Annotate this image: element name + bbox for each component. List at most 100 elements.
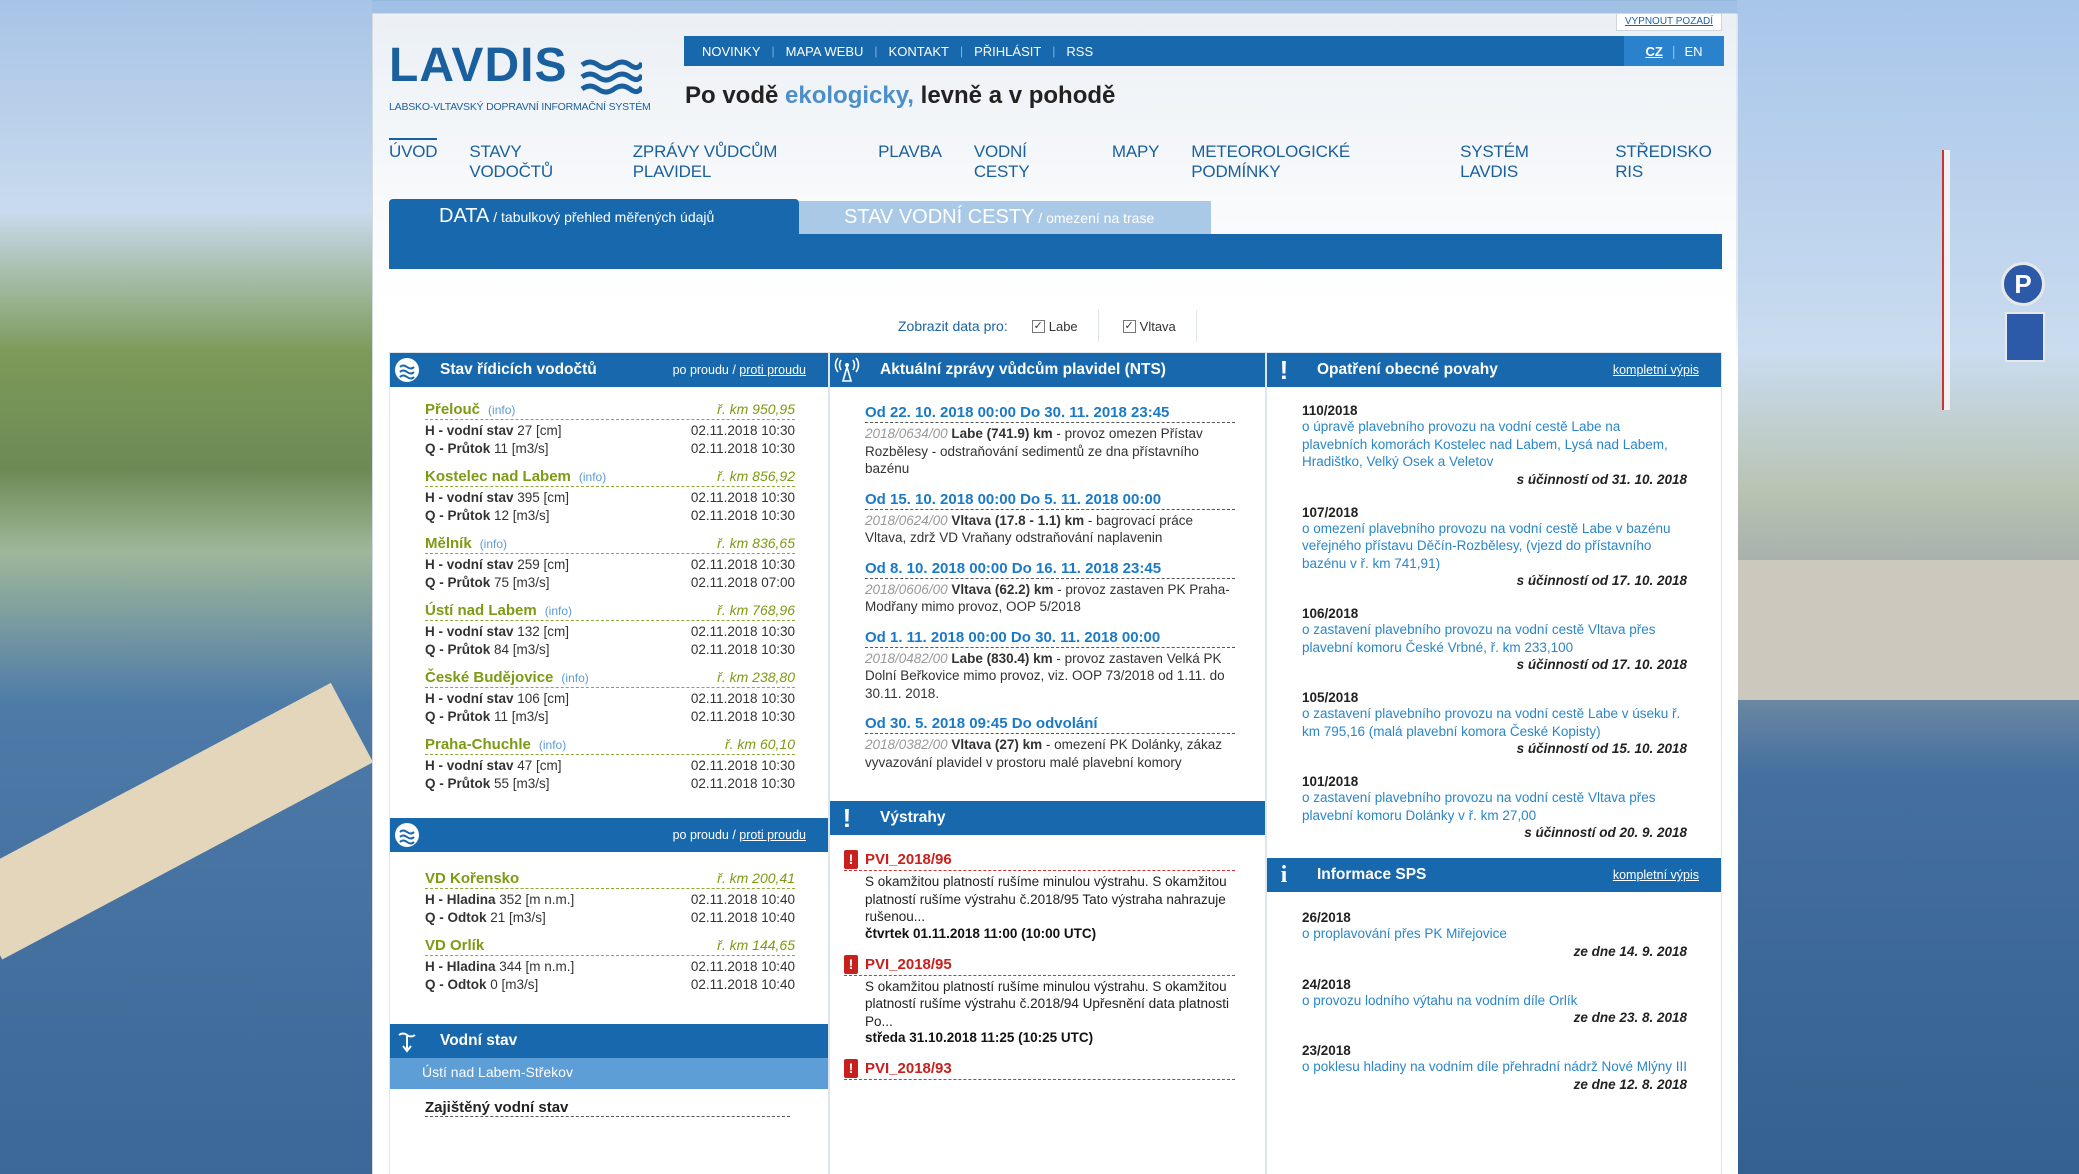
main-navigation: ÚVOD STAVY VODOČTŮ ZPRÁVY VŮDCŮM PLAVIDE… (389, 138, 1736, 182)
nts-date-link[interactable]: Od 8. 10. 2018 00:00 Do 16. 11. 2018 23:… (865, 560, 1235, 579)
direction-switch-2: po proudu / proti proudu (672, 828, 806, 842)
nav-kontakt[interactable]: KONTAKT (889, 44, 949, 59)
warning-date: čtvrtek 01.11.2018 11:00 (10:00 UTC) (865, 925, 1097, 941)
gauge-item: Přelouč (info) ř. km 950,95 H - vodní stav … (390, 401, 795, 458)
sps-date: ze dne 23. 8. 2018 (1573, 1010, 1687, 1025)
nts-date-link[interactable]: Od 15. 10. 2018 00:00 Do 5. 11. 2018 00:… (865, 491, 1235, 510)
station-select[interactable]: Ústí nad Labem-Střekov (390, 1058, 828, 1089)
gauge-name-text[interactable]: Praha-Chuchle (425, 736, 531, 753)
gauge-flow-time: 02.11.2018 10:30 (690, 709, 795, 724)
gauge-info-link[interactable]: (info) (561, 671, 588, 685)
warning-id-link[interactable]: PVI_2018/96 (865, 851, 952, 868)
nts-date-link[interactable]: Od 30. 5. 2018 09:45 Do odvolání (865, 715, 1235, 734)
tab-stav-vodni-cesty[interactable]: STAV VODNÍ CESTY / omezení na trase (799, 201, 1211, 234)
tab-data[interactable]: DATA / tabulkový přehled měřených údajů (389, 199, 799, 234)
gauge-name[interactable]: Praha-Chuchle (info) (425, 736, 566, 753)
measure-link[interactable]: o zastavení plavebního provozu na vodní … (1302, 789, 1687, 824)
gauge-name[interactable]: Mělník (info) (425, 535, 507, 552)
nav-zpravy[interactable]: ZPRÁVY VŮDCŮM PLAVIDEL (633, 142, 846, 182)
nav-uvod[interactable]: ÚVOD (389, 138, 438, 182)
gauge-level-value: H - vodní stav 395 [cm] (425, 489, 569, 507)
nav-stredisko-ris[interactable]: STŘEDISKO RIS (1615, 142, 1736, 182)
dam-level-label: H - Hladina (425, 892, 496, 907)
river-km: ř. km 856,92 (717, 468, 795, 484)
measure-link[interactable]: o zastavení plavebního provozu na vodní … (1302, 705, 1687, 740)
gauge-name-text[interactable]: České Budějovice (425, 669, 553, 686)
checkbox-vltava[interactable]: ✓ Vltava (1122, 319, 1176, 334)
warning-header: ! PVI_2018/95 (844, 954, 1235, 976)
gauge-flow-label: Q - Průtok (425, 642, 491, 657)
gauge-name-text[interactable]: Mělník (425, 535, 472, 552)
gauge-name[interactable]: Ústí nad Labem (info) (425, 602, 572, 619)
dam-level-row: H - Hladina 352 [m n.m.] 02.11.2018 10:40 (425, 891, 795, 909)
nts-location: Labe (741.9) km (947, 426, 1053, 441)
nts-item: Od 15. 10. 2018 00:00 Do 5. 11. 2018 00:… (830, 491, 1265, 547)
gauge-flow-row: Q - Průtok 11 [m3/s] 02.11.2018 10:30 (425, 708, 795, 726)
nts-text: 2018/0606/00 Vltava (62.2) km - provoz z… (865, 581, 1235, 616)
nav-prihlasit[interactable]: PŘIHLÁSIT (974, 44, 1041, 59)
measures-full-list-link[interactable]: kompletní výpis (1613, 363, 1699, 377)
gauge-flow-reading: 55 [m3/s] (490, 776, 550, 791)
gauge-level-time: 02.11.2018 10:30 (690, 691, 795, 706)
gauge-name-row: Praha-Chuchle (info) ř. km 60,10 (425, 736, 795, 755)
nts-location: Vltava (62.2) km (947, 581, 1054, 597)
river-km: ř. km 200,41 (717, 870, 795, 886)
gauge-name[interactable]: Přelouč (info) (425, 401, 515, 418)
checkbox-labe[interactable]: ✓ Labe (1031, 319, 1078, 334)
nts-text: 2018/0482/00 Labe (830.4) km - provoz za… (865, 650, 1235, 703)
measure-link[interactable]: o zastavení plavebního provozu na vodní … (1302, 621, 1687, 656)
gauge-info-link[interactable]: (info) (539, 738, 566, 752)
nav-stavy-vodoctu[interactable]: STAVY VODOČTŮ (469, 142, 600, 182)
gauge-item: České Budějovice (info) ř. km 238,80 H - vo… (390, 669, 795, 726)
sps-item: 24/2018 o provozu lodního výtahu na vodní… (1267, 977, 1721, 1028)
nts-ref: 2018/0634/00 (865, 426, 948, 441)
nts-date-link[interactable]: Od 1. 11. 2018 00:00 Do 30. 11. 2018 00:… (865, 629, 1235, 648)
gauge-level-reading: 132 [cm] (513, 624, 570, 639)
nav-meteo[interactable]: METEOROLOGICKÉ PODMÍNKY (1191, 142, 1428, 182)
dam-name[interactable]: VD Orlík (425, 937, 484, 954)
measure-link[interactable]: o úpravě plavebního provozu na vodní ces… (1302, 418, 1687, 471)
gauge-info-link[interactable]: (info) (480, 537, 507, 551)
gauge-name[interactable]: Kostelec nad Labem (info) (425, 468, 606, 485)
lavdis-logo[interactable]: LAVDIS LABSKO-VLTAVSKÝ DOPRAVNÍ INFORMAČ… (389, 42, 651, 113)
gauge-name-text[interactable]: Přelouč (425, 401, 480, 418)
nav-rss[interactable]: RSS (1066, 44, 1093, 59)
nav-plavba[interactable]: PLAVBA (878, 142, 942, 182)
warning-id-link[interactable]: PVI_2018/93 (865, 1060, 952, 1077)
gauge-name-text[interactable]: Kostelec nad Labem (425, 468, 571, 485)
toggle-background-link[interactable]: VYPNOUT POZADÍ (1615, 14, 1722, 31)
gauge-info-link[interactable]: (info) (488, 403, 515, 417)
nav-novinky[interactable]: NOVINKY (702, 44, 761, 59)
gauge-name-text[interactable]: Ústí nad Labem (425, 602, 537, 619)
nts-location: Vltava (17.8 - 1.1) km (947, 512, 1085, 528)
sps-full-list-link[interactable]: kompletní výpis (1613, 868, 1699, 882)
nav-system-lavdis[interactable]: SYSTÉM LAVDIS (1460, 142, 1583, 182)
measure-link[interactable]: o omezení plavebního provozu na vodní ce… (1302, 520, 1687, 573)
dam-level-time: 02.11.2018 10:40 (690, 892, 795, 907)
gauge-info-link[interactable]: (info) (579, 470, 606, 484)
sps-item: 23/2018 o poklesu hladiny na vodním díle … (1267, 1043, 1721, 1094)
gauge-name[interactable]: České Budějovice (info) (425, 669, 589, 686)
lang-en[interactable]: EN (1684, 44, 1702, 59)
sps-link[interactable]: o provozu lodního výtahu na vodním díle … (1302, 992, 1687, 1010)
nts-date-link[interactable]: Od 22. 10. 2018 00:00 Do 30. 11. 2018 23… (865, 404, 1235, 423)
nav-mapa-webu[interactable]: MAPA WEBU (786, 44, 864, 59)
upstream-link[interactable]: proti proudu (739, 363, 806, 377)
sps-link[interactable]: o proplavování přes PK Miřejovice (1302, 925, 1687, 943)
upstream-link-2[interactable]: proti proudu (739, 828, 806, 842)
dam-name[interactable]: VD Kořensko (425, 870, 519, 887)
gauge-info-link[interactable]: (info) (545, 604, 572, 618)
nav-vodni-cesty[interactable]: VODNÍ CESTY (974, 142, 1080, 182)
nav-mapy[interactable]: MAPY (1112, 142, 1160, 182)
lang-cz[interactable]: CZ (1645, 44, 1662, 59)
nts-ref: 2018/0382/00 (865, 737, 948, 752)
warning-id-link[interactable]: PVI_2018/95 (865, 956, 952, 973)
dam-outflow-label: Q - Odtok (425, 977, 487, 992)
sps-link[interactable]: o poklesu hladiny na vodním díle přehrad… (1302, 1058, 1687, 1076)
gauge-level-label: H - vodní stav (425, 490, 514, 505)
measure-effective-date: s účinností od 17. 10. 2018 (1516, 657, 1687, 672)
river-km: ř. km 238,80 (717, 669, 795, 685)
logo-name: LAVDIS (389, 39, 568, 92)
gauge-level-time: 02.11.2018 10:30 (690, 490, 795, 505)
measure-number: 105/2018 (1302, 690, 1359, 705)
